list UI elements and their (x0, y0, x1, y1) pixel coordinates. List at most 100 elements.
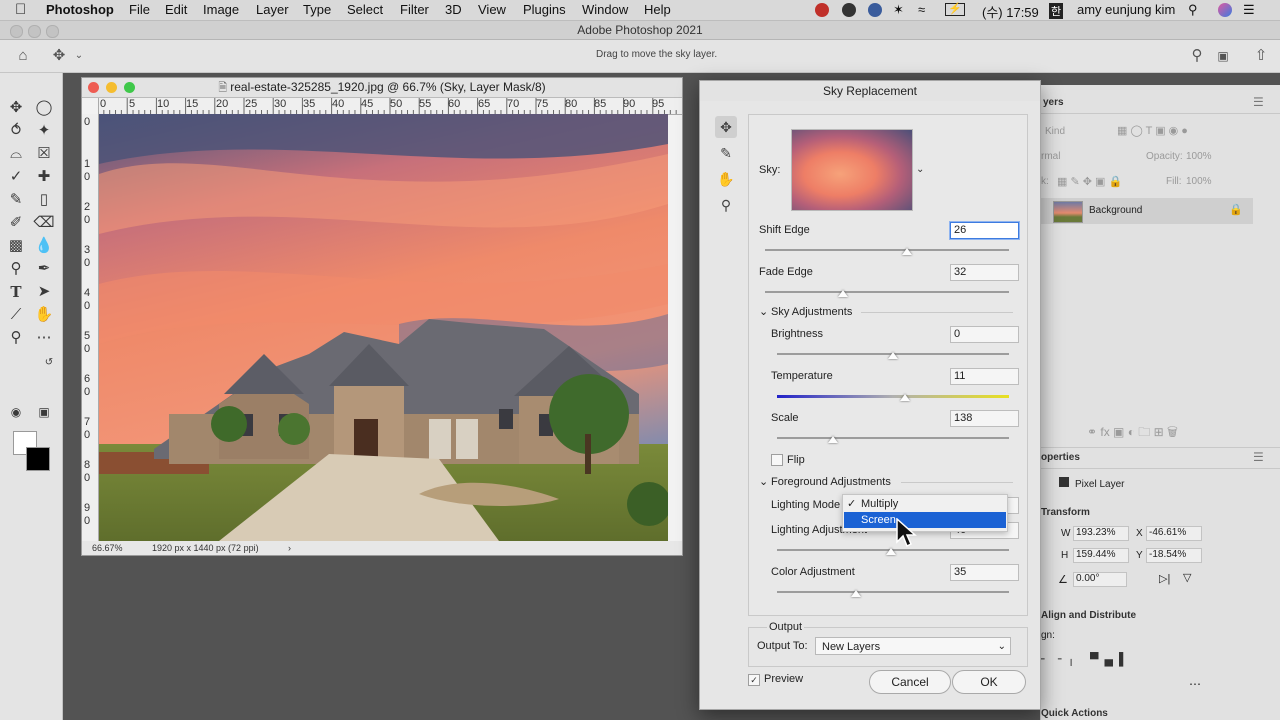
y-field[interactable]: -18.54% (1146, 548, 1202, 563)
move-tool-icon[interactable]: ✥ (50, 47, 68, 65)
fade-edge-slider-thumb[interactable] (838, 290, 849, 297)
dodge-tool-icon[interactable]: ⚲ (5, 259, 27, 279)
foreground-adjustments-heading[interactable]: Foreground Adjustments (771, 476, 891, 488)
ok-button[interactable]: OK (952, 670, 1026, 694)
lock-icons[interactable]: ▦ ✎ ✥ ▣ 🔒 (1057, 175, 1122, 188)
horizontal-ruler[interactable]: 0 5 10 15 20 25 30 35 40 45 50 55 60 65 … (98, 98, 682, 115)
user-name[interactable]: amy eunjung kim (1077, 2, 1175, 17)
input-source-icon[interactable]: 한 (1049, 3, 1064, 19)
width-field[interactable]: 193.23% (1073, 526, 1129, 541)
zoom-level[interactable]: 66.67% (92, 541, 123, 555)
fill-value[interactable]: 100% (1186, 176, 1212, 187)
crop-tool-icon[interactable]: ⌓ (5, 144, 27, 164)
sky-preset-picker[interactable]: ⌄ (791, 129, 924, 211)
zoom-tool-icon[interactable]: ⚲ (715, 194, 737, 216)
status-app-icon-2[interactable] (868, 3, 882, 17)
scale-field[interactable]: 138 (950, 410, 1019, 427)
sky-adjustments-chevron-icon[interactable]: ⌄ (759, 305, 768, 318)
home-icon[interactable]: ⌂ (14, 47, 32, 65)
doc-close-button[interactable] (88, 82, 99, 93)
temperature-field[interactable]: 11 (950, 368, 1019, 385)
line-tool-icon[interactable]: ⟋ (5, 305, 27, 325)
menu-select[interactable]: Select (347, 2, 383, 17)
flip-vertical-icon[interactable]: ▽ (1183, 571, 1191, 584)
healing-tool-icon[interactable]: ✚ (33, 167, 55, 187)
screen-mode-icon[interactable]: ▣ (33, 402, 55, 422)
brightness-field[interactable]: 0 (950, 326, 1019, 343)
preview-checkbox[interactable]: ✓ (748, 674, 760, 686)
transform-heading[interactable]: Transform (1041, 507, 1090, 518)
bluetooth-icon[interactable]: ✶ (893, 2, 904, 18)
menu-edit[interactable]: Edit (165, 2, 187, 17)
align-distribute-heading[interactable]: Align and Distribute (1041, 610, 1136, 621)
align-icons[interactable]: ╴╶╷ ▀▄▌ (1041, 652, 1134, 666)
blend-mode-select[interactable]: rmal (1041, 151, 1060, 162)
color-adjustment-field[interactable]: 35 (950, 564, 1019, 581)
opacity-value[interactable]: 100% (1186, 151, 1212, 162)
layer-actions-icons[interactable]: ⚭ fx ▣ ◐ 🗀 ⊞ 🗑 (1087, 423, 1178, 444)
blur-tool-icon[interactable]: 💧 (33, 236, 55, 256)
pen-tool-icon[interactable]: ✒ (33, 259, 55, 279)
hand-tool-icon[interactable]: ✋ (33, 305, 55, 325)
scale-slider-thumb[interactable] (827, 436, 838, 443)
more-tools-icon[interactable]: ⋯ (33, 328, 55, 348)
brush-tool-icon[interactable]: ✎ (5, 190, 27, 210)
doc-zoom-button[interactable] (124, 82, 135, 93)
more-options-icon[interactable]: ⋯ (1189, 677, 1201, 691)
type-tool-icon[interactable]: T (5, 282, 27, 302)
marquee-tool-icon[interactable]: ◯ (33, 98, 55, 118)
share-icon[interactable]: ⇧ (1252, 47, 1270, 65)
window-zoom-button[interactable] (46, 25, 59, 38)
menu-filter[interactable]: Filter (400, 2, 429, 17)
eraser-tool-icon[interactable]: ⌫ (33, 213, 55, 233)
fade-edge-field[interactable]: 32 (950, 264, 1019, 281)
menu-plugins[interactable]: Plugins (523, 2, 566, 17)
creative-cloud-icon[interactable] (815, 3, 829, 17)
tab-properties[interactable]: operties (1041, 452, 1080, 463)
window-close-button[interactable] (10, 25, 23, 38)
menu-3d[interactable]: 3D (445, 2, 462, 17)
siri-icon[interactable] (1218, 3, 1232, 17)
tab-layers[interactable]: yers (1043, 97, 1064, 108)
color-adjustment-track[interactable] (777, 591, 1009, 593)
dropdown-item-multiply[interactable]: ✓ Multiply (844, 496, 1006, 512)
sky-adjustments-heading[interactable]: Sky Adjustments (771, 306, 852, 318)
color-adjustment-slider-thumb[interactable] (850, 590, 861, 597)
menu-file[interactable]: File (129, 2, 150, 17)
lasso-tool-icon[interactable]: ⥀ (5, 121, 27, 141)
shift-edge-slider-thumb[interactable] (901, 248, 912, 255)
quick-mask-icon[interactable]: ◉ (5, 402, 27, 422)
dropdown-item-screen[interactable]: Screen (844, 512, 1006, 528)
zoom-tool-icon[interactable]: ⚲ (5, 328, 27, 348)
shift-edge-field[interactable]: 26 (950, 222, 1019, 239)
control-center-icon[interactable]: ☰ (1243, 2, 1255, 18)
menu-help[interactable]: Help (644, 2, 671, 17)
eyedropper-tool-icon[interactable]: ✓ (5, 167, 27, 187)
tool-preset-chevron-icon[interactable]: ⌄ (70, 47, 88, 65)
menu-app[interactable]: Photoshop (46, 2, 114, 17)
vertical-ruler[interactable]: 0 1 0 2 0 3 0 4 0 5 0 6 0 7 0 8 0 9 0 (82, 114, 99, 541)
temperature-track[interactable] (777, 395, 1009, 398)
background-color-swatch[interactable] (26, 447, 50, 471)
window-minimize-button[interactable] (28, 25, 41, 38)
status-app-icon[interactable] (842, 3, 856, 17)
menu-type[interactable]: Type (303, 2, 331, 17)
cancel-button[interactable]: Cancel (869, 670, 951, 694)
menu-view[interactable]: View (478, 2, 506, 17)
filter-icons[interactable]: ▦ ◯ T ▣ ◉ ● (1117, 124, 1188, 137)
layer-kind-filter[interactable]: Kind (1045, 126, 1065, 137)
doc-minimize-button[interactable] (106, 82, 117, 93)
fade-edge-track[interactable] (765, 291, 1009, 293)
layer-name[interactable]: Background (1089, 205, 1142, 216)
move-tool-icon[interactable]: ✥ (715, 116, 737, 138)
output-to-select[interactable]: New Layers ⌄ (815, 637, 1011, 655)
foreground-adjustments-chevron-icon[interactable]: ⌄ (759, 475, 768, 488)
path-select-tool-icon[interactable]: ➤ (33, 282, 55, 302)
swap-colors-icon[interactable]: ↺ (38, 353, 60, 373)
menu-image[interactable]: Image (203, 2, 239, 17)
layer-row-background[interactable]: Background 🔒 (1041, 198, 1253, 224)
gradient-tool-icon[interactable]: ▩ (5, 236, 27, 256)
hand-tool-icon[interactable]: ✋ (715, 168, 737, 190)
flip-horizontal-icon[interactable]: ▷| (1159, 572, 1170, 585)
apple-icon[interactable]:  (15, 1, 26, 18)
